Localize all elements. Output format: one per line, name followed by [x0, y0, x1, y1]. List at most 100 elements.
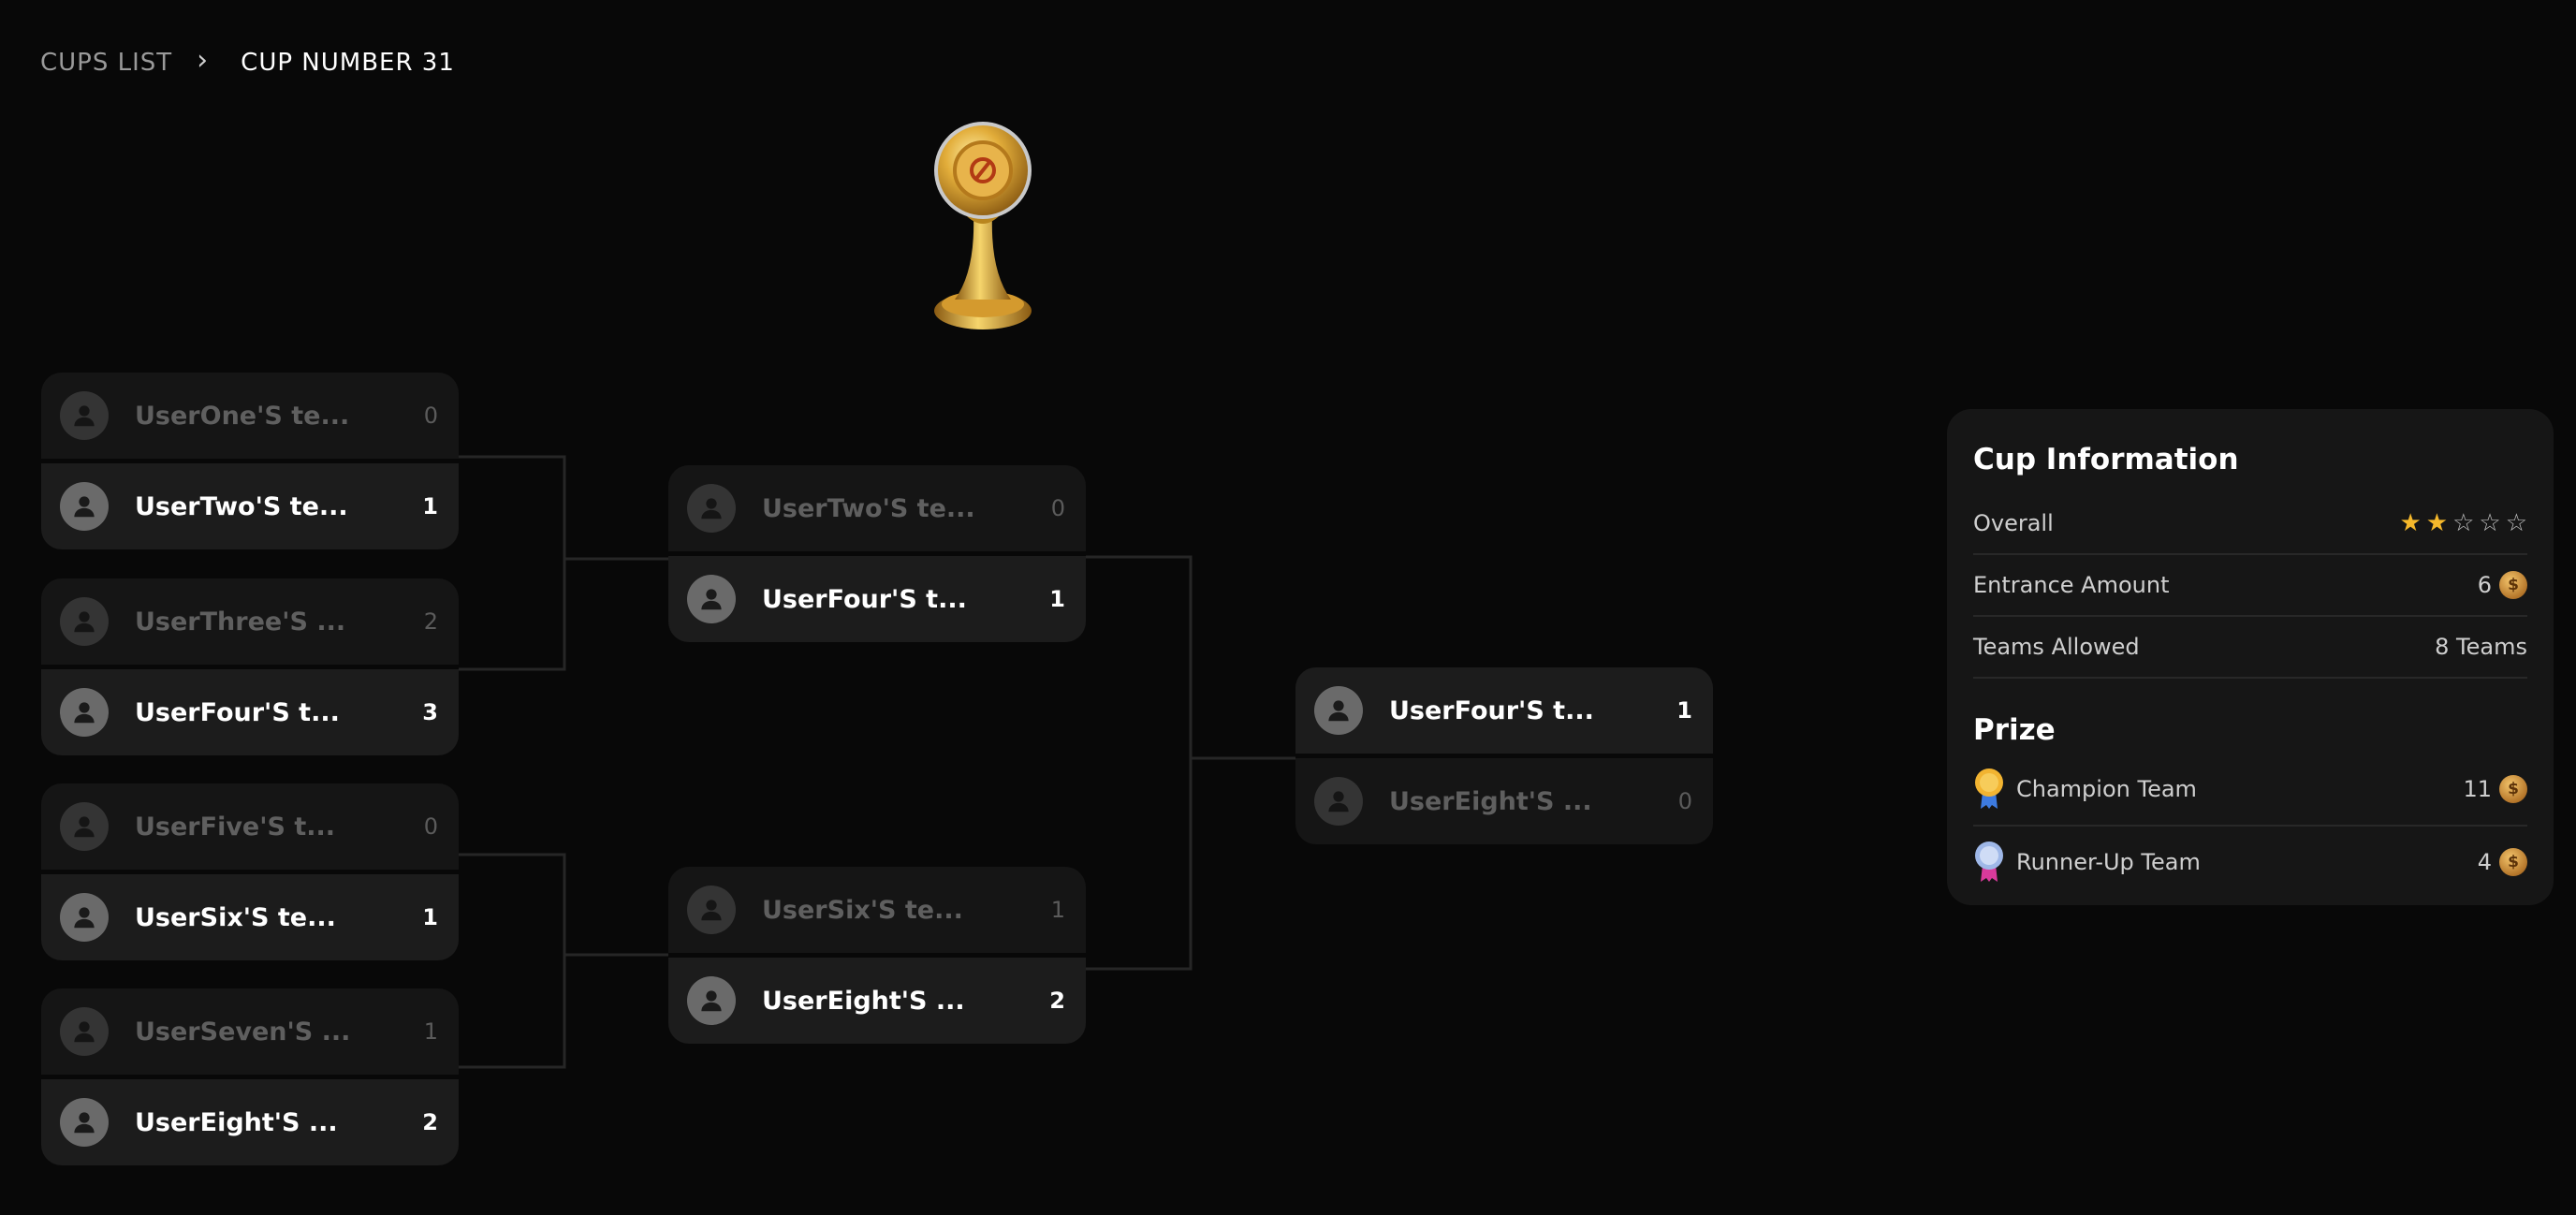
star-empty-icon: ☆ — [2479, 509, 2501, 537]
avatar — [60, 1007, 109, 1056]
user-icon — [74, 611, 95, 633]
team-name: UserEight'S ... — [1389, 786, 1592, 816]
entrance-amount: 6 — [2477, 572, 2492, 598]
cup-info-panel: Cup Information Overall ★ ★ ☆ ☆ ☆ Entrance A… — [1947, 409, 2554, 905]
team-row[interactable]: UserFour'S t... 1 — [668, 556, 1086, 642]
gold-medal-icon — [1975, 769, 2003, 809]
team-score: 0 — [423, 813, 438, 840]
avatar — [60, 1098, 109, 1147]
entrance-value: 6 $ — [2478, 571, 2527, 599]
runnerup-prize: 4 $ — [2478, 848, 2527, 876]
entrance-label: Entrance Amount — [1973, 572, 2170, 598]
team-score: 0 — [423, 403, 438, 429]
team-row[interactable]: UserOne'S te... 0 — [41, 373, 459, 459]
team-score: 0 — [1677, 788, 1692, 814]
team-name: UserEight'S ... — [762, 986, 965, 1016]
team-row[interactable]: UserThree'S ... 2 — [41, 578, 459, 665]
team-name: UserEight'S ... — [135, 1107, 338, 1137]
user-icon — [74, 1021, 95, 1043]
team-row[interactable]: UserSeven'S ... 1 — [41, 988, 459, 1075]
user-icon — [74, 702, 95, 724]
team-score: 3 — [422, 699, 438, 725]
team-row[interactable]: UserEight'S ... 2 — [41, 1079, 459, 1165]
match-round2-2: UserSix'S te... 1 UserEight'S ... 2 — [668, 867, 1086, 1044]
entrance-row: Entrance Amount 6 $ — [1973, 555, 2527, 617]
overall-label: Overall — [1973, 510, 2054, 536]
star-filled-icon: ★ — [2399, 509, 2422, 537]
user-icon — [1328, 791, 1349, 812]
avatar — [1314, 777, 1363, 826]
team-name: UserOne'S te... — [135, 401, 350, 431]
user-icon — [701, 990, 722, 1012]
silver-medal-icon — [1975, 842, 2003, 882]
avatar — [60, 802, 109, 851]
team-name: UserThree'S ... — [135, 607, 346, 637]
prize-title: Prize — [1973, 713, 2056, 747]
avatar — [60, 893, 109, 942]
avatar — [60, 482, 109, 531]
team-row[interactable]: UserSix'S te... 1 — [41, 874, 459, 960]
team-score: 2 — [422, 1109, 438, 1135]
overall-row: Overall ★ ★ ☆ ☆ ☆ — [1973, 493, 2527, 555]
avatar — [687, 575, 736, 623]
runnerup-left: Runner-Up Team — [1973, 841, 2201, 884]
breadcrumb-cups-list-link[interactable]: CUPS LIST — [40, 49, 172, 77]
team-row[interactable]: UserFour'S t... 3 — [41, 669, 459, 755]
avatar — [60, 688, 109, 737]
star-empty-icon: ☆ — [2452, 509, 2475, 537]
user-icon — [74, 1112, 95, 1134]
user-icon — [701, 498, 722, 520]
breadcrumb-current: CUP NUMBER 31 — [241, 49, 455, 77]
team-score: 1 — [423, 1018, 438, 1045]
user-icon — [701, 589, 722, 610]
user-icon — [701, 900, 722, 921]
coin-icon: $ — [2499, 775, 2527, 803]
team-row[interactable]: UserSix'S te... 1 — [668, 867, 1086, 953]
team-name: UserFour'S t... — [762, 584, 967, 614]
team-row[interactable]: UserEight'S ... 0 — [1295, 758, 1713, 844]
team-score: 0 — [1050, 495, 1065, 521]
team-row[interactable]: UserFour'S t... 1 — [1295, 667, 1713, 754]
team-score: 2 — [1049, 988, 1065, 1014]
team-row[interactable]: UserTwo'S te... 1 — [41, 463, 459, 549]
user-icon — [74, 907, 95, 929]
teams-value: 8 Teams — [2435, 634, 2527, 660]
team-score: 1 — [422, 493, 438, 520]
teams-row: Teams Allowed 8 Teams — [1973, 617, 2527, 679]
team-name: UserFive'S t... — [135, 812, 336, 842]
team-score: 2 — [423, 608, 438, 635]
team-name: UserFour'S t... — [135, 697, 340, 727]
avatar — [687, 976, 736, 1025]
avatar — [687, 886, 736, 934]
team-row[interactable]: UserFive'S t... 0 — [41, 783, 459, 870]
star-empty-icon: ☆ — [2505, 509, 2527, 537]
champion-amount: 11 — [2463, 776, 2492, 802]
team-score: 1 — [1049, 586, 1065, 612]
team-name: UserTwo'S te... — [135, 491, 348, 521]
team-name: UserSix'S te... — [762, 895, 963, 925]
match-round1-2: UserThree'S ... 2 UserFour'S t... 3 — [41, 578, 459, 755]
team-row[interactable]: UserTwo'S te... 0 — [668, 465, 1086, 551]
runnerup-label: Runner-Up Team — [2016, 849, 2201, 875]
avatar — [60, 597, 109, 646]
user-icon — [74, 405, 95, 427]
team-name: UserTwo'S te... — [762, 493, 975, 523]
star-filled-icon: ★ — [2425, 509, 2449, 537]
team-name: UserFour'S t... — [1389, 695, 1594, 725]
team-score: 1 — [1050, 897, 1065, 923]
avatar — [60, 391, 109, 440]
trophy-icon — [934, 122, 1032, 329]
user-icon — [1328, 700, 1349, 722]
cup-info-title: Cup Information — [1973, 443, 2239, 476]
breadcrumb: CUPS LIST › CUP NUMBER 31 — [40, 44, 455, 81]
team-name: UserSeven'S ... — [135, 1017, 351, 1047]
team-score: 1 — [1676, 697, 1692, 724]
coin-icon: $ — [2499, 571, 2527, 599]
champion-label: Champion Team — [2016, 776, 2197, 802]
champion-row: Champion Team 11 $ — [1973, 754, 2527, 827]
coin-icon: $ — [2499, 848, 2527, 876]
chevron-right-icon: › — [197, 43, 210, 77]
team-row[interactable]: UserEight'S ... 2 — [668, 958, 1086, 1044]
champion-prize: 11 $ — [2463, 775, 2527, 803]
team-score: 1 — [422, 904, 438, 930]
